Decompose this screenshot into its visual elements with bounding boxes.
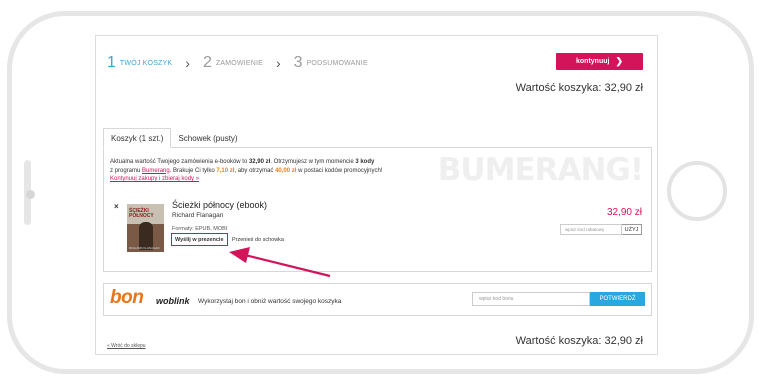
info-text: Aktualna wartość Twojego zamówienia e-bo… <box>110 159 249 165</box>
chevron-right-icon: › <box>275 55 281 71</box>
item-price: 32,90 zł <box>606 207 642 218</box>
continue-button-label: kontynuuj <box>576 58 610 65</box>
confirm-voucher-button[interactable]: POTWIERDŹ <box>590 292 645 306</box>
step-number: 2 <box>202 54 212 71</box>
step-order: 2 ZAMÓWIENIE <box>203 54 263 72</box>
book-formats: Formaty: EPUB, MOBI <box>172 226 228 232</box>
back-to-shop-link[interactable]: « Wróć do sklepu <box>107 343 146 349</box>
stage: 1 TWÓJ KOSZYK › 2 ZAMÓWIENIE › 3 PODSUMO… <box>0 0 761 383</box>
step-label: PODSUMOWANIE <box>306 59 368 67</box>
step-label: TWÓJ KOSZYK <box>119 59 173 67</box>
voucher-panel: bon woblink Wykorzystaj bon i obniż wart… <box>103 283 652 316</box>
remove-item-icon[interactable]: × <box>114 202 119 211</box>
cart-panel: BUMERANG! Aktualna wartość Twojego zamów… <box>103 147 652 272</box>
step-summary: 3 PODSUMOWANIE <box>294 54 368 72</box>
bumerang-link[interactable]: Bumerang <box>142 168 170 174</box>
book-title[interactable]: Ścieżki północy (ebook) <box>172 200 267 210</box>
chevron-right-icon: ❯ <box>615 56 623 66</box>
book-author: Richard Flanagan <box>172 212 224 219</box>
info-missing-amount: 7,10 zł <box>216 167 235 174</box>
voucher-input[interactable]: wpisz kod bonu <box>472 292 590 306</box>
step-number: 3 <box>293 54 303 71</box>
apply-coupon-button[interactable]: UŻYJ <box>622 224 642 235</box>
move-to-storage-link[interactable]: Przenieś do schowka <box>232 237 284 243</box>
book-cover[interactable]: ŚCIEŻKI PÓŁNOCY RICHARD FLANAGAN <box>127 204 164 252</box>
coupon-form: wpisz kod rabatowy UŻYJ <box>560 224 642 235</box>
cover-author: RICHARD FLANAGAN <box>129 246 160 250</box>
voucher-text: Wykorzystaj bon i obniż wartość swojego … <box>198 298 342 305</box>
phone-camera <box>26 190 35 199</box>
cart-total-bottom: Wartość koszyka: 32,90 zł <box>515 335 643 347</box>
info-target-amount: 40,00 zł <box>275 167 297 174</box>
info-amount: 32,90 zł <box>248 159 271 165</box>
cart-tabs: Koszyk (1 szt.) Schowek (pusty) <box>103 128 245 148</box>
tab-storage[interactable]: Schowek (pusty) <box>171 128 244 148</box>
info-text: z programu <box>110 167 143 174</box>
info-text: , aby otrzymać <box>234 167 276 174</box>
phone-button <box>85 13 115 16</box>
continue-button[interactable]: kontynuuj ❯ <box>556 53 643 70</box>
bon-logo: bon <box>110 287 144 308</box>
step-label: ZAMÓWIENIE <box>215 59 263 67</box>
woblink-logo: woblink <box>156 296 190 306</box>
phone-button <box>172 13 208 16</box>
checkout-steps: 1 TWÓJ KOSZYK › 2 ZAMÓWIENIE › 3 PODSUMO… <box>107 54 368 72</box>
screen: 1 TWÓJ KOSZYK › 2 ZAMÓWIENIE › 3 PODSUMO… <box>95 35 658 355</box>
continue-shopping-link[interactable]: Kontynuuj zakupy i zbieraj kody » <box>110 176 199 182</box>
info-text: . Otrzymujesz w tym momencie <box>270 159 356 165</box>
step-cart[interactable]: 1 TWÓJ KOSZYK <box>107 54 172 72</box>
cover-title: ŚCIEŻKI PÓŁNOCY <box>129 208 154 219</box>
chevron-right-icon: › <box>185 55 190 71</box>
bumerang-info: Aktualna wartość Twojego zamówienia e-bo… <box>110 158 470 184</box>
tab-cart[interactable]: Koszyk (1 szt.) <box>103 128 172 148</box>
phone-button <box>87 369 135 372</box>
send-as-gift-button[interactable]: Wyślij w prezencie <box>171 233 228 246</box>
info-codes: 3 kody <box>355 159 375 165</box>
coupon-input[interactable]: wpisz kod rabatowy <box>560 224 622 235</box>
phone-button <box>642 369 678 372</box>
cart-total: Wartość koszyka: 32,90 zł <box>515 82 643 94</box>
phone-button <box>130 13 166 16</box>
info-text: . Brakuje Ci tylko <box>169 167 217 174</box>
phone-home-button <box>667 161 727 221</box>
step-number: 1 <box>107 54 116 71</box>
info-text: w postaci kodów promocyjnych! <box>296 167 383 174</box>
